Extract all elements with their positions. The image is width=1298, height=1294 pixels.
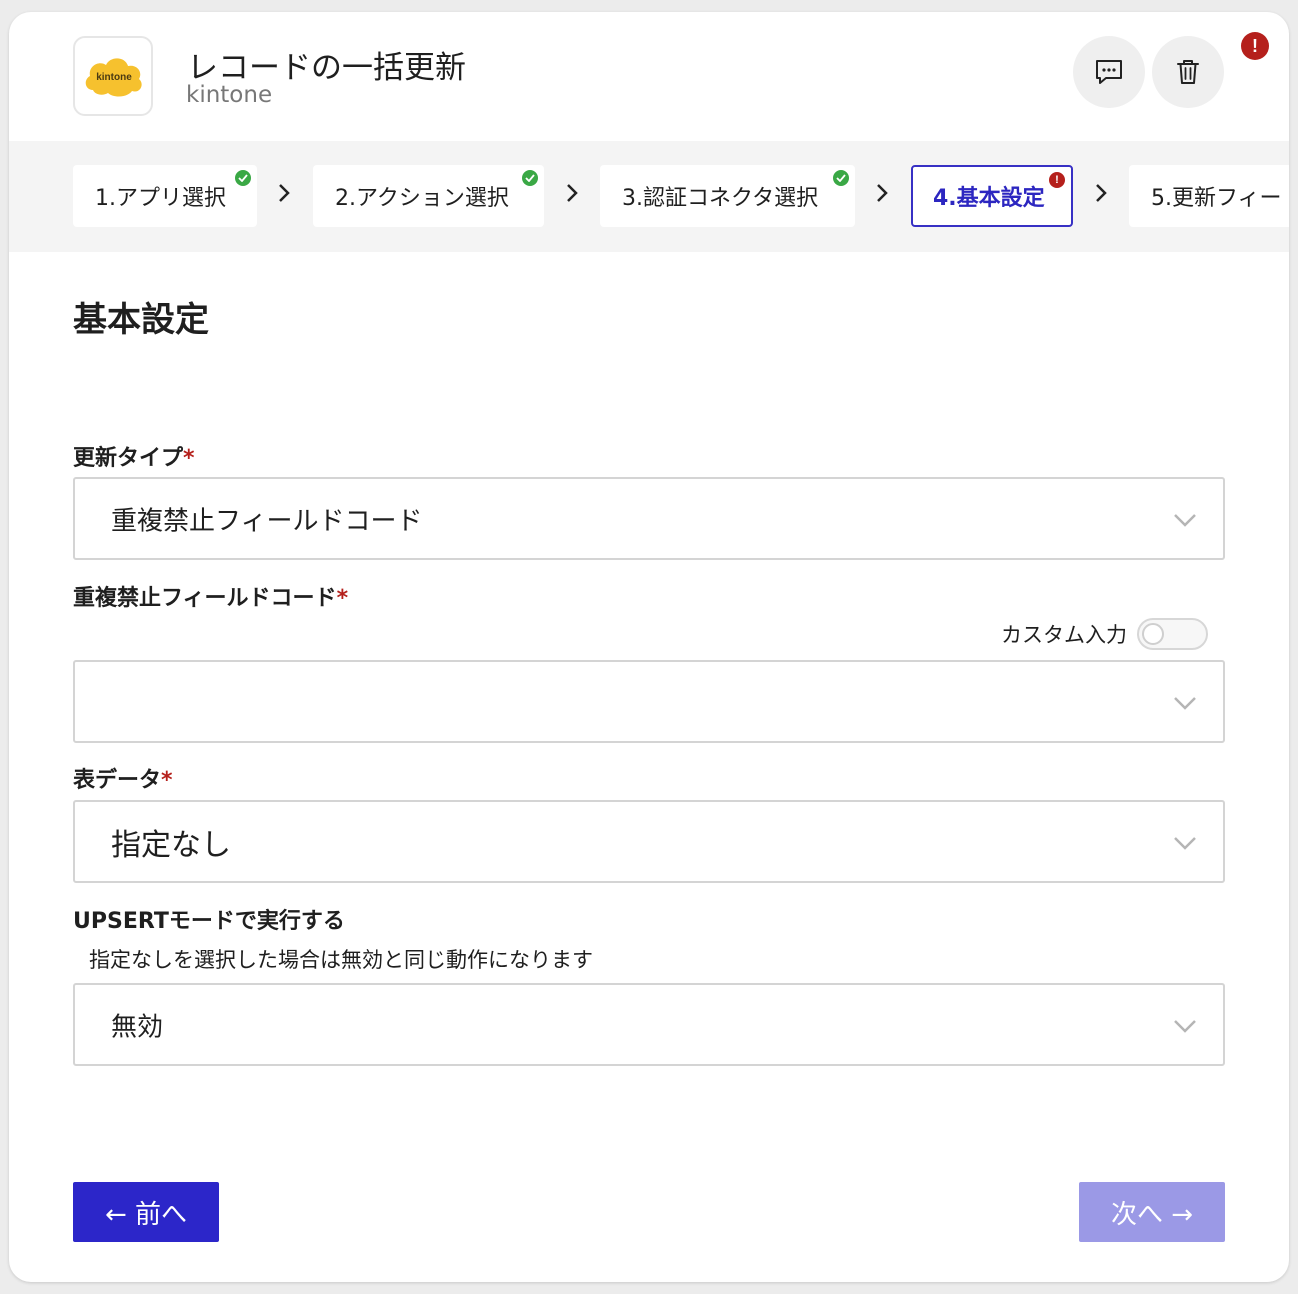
chevron-right-icon xyxy=(279,184,290,202)
required-mark: * xyxy=(161,768,173,793)
logo-text: kintone xyxy=(96,72,132,83)
toggle-knob xyxy=(1142,623,1164,645)
chevron-right-icon xyxy=(567,184,578,202)
check-circle-icon xyxy=(522,170,538,186)
field-label-text: 表データ xyxy=(73,768,162,793)
chevron-down-icon xyxy=(1174,514,1196,527)
required-mark: * xyxy=(183,446,195,471)
update-type-label: 更新タイプ* xyxy=(73,440,195,472)
comment-button[interactable] xyxy=(1073,36,1145,108)
upsert-label: UPSERTモードで実行する xyxy=(73,909,345,934)
dialog-header: kintone レコードの一括更新 kintone ! xyxy=(9,12,1289,141)
section-title: 基本設定 xyxy=(73,300,209,340)
chevron-down-icon xyxy=(1174,837,1196,850)
upsert-hint: 指定なしを選択した場合は無効と同じ動作になります xyxy=(89,948,593,972)
error-icon: ! xyxy=(1049,172,1065,188)
unique-field-select[interactable] xyxy=(73,660,1225,743)
upsert-select[interactable]: 無効 xyxy=(73,983,1225,1066)
table-data-select[interactable]: 指定なし xyxy=(73,800,1225,883)
select-value: 指定なし xyxy=(111,827,231,863)
step-update-fields[interactable]: 5.更新フィー xyxy=(1129,165,1289,227)
prev-button[interactable]: ← 前へ xyxy=(73,1182,219,1242)
step-connector-select[interactable]: 3.認証コネクタ選択 xyxy=(600,165,855,227)
required-mark: * xyxy=(336,586,349,611)
step-action-select[interactable]: 2.アクション選択 xyxy=(313,165,544,227)
app-title: レコードの一括更新 xyxy=(187,50,466,86)
kintone-logo-icon: kintone xyxy=(85,58,142,97)
step-label: 2.アクション選択 xyxy=(335,186,509,211)
step-label: 4.基本設定 xyxy=(933,186,1045,211)
step-label: 5.更新フィー xyxy=(1151,186,1282,211)
check-circle-icon xyxy=(235,170,251,186)
next-button[interactable]: 次へ → xyxy=(1079,1182,1225,1242)
chevron-down-icon xyxy=(1174,1020,1196,1033)
table-data-label: 表データ* xyxy=(73,762,173,794)
update-type-select[interactable]: 重複禁止フィールドコード xyxy=(73,477,1225,560)
custom-input-row: カスタム入力 xyxy=(1001,618,1208,650)
custom-input-label: カスタム入力 xyxy=(1001,623,1127,647)
chevron-right-icon xyxy=(877,184,888,202)
field-label-text: 更新タイプ xyxy=(73,446,184,471)
select-value: 重複禁止フィールドコード xyxy=(111,506,423,536)
step-basic-settings[interactable]: 4.基本設定 ! xyxy=(911,165,1073,227)
unique-field-label: 重複禁止フィールドコード* xyxy=(73,580,348,612)
custom-input-toggle[interactable] xyxy=(1137,618,1208,650)
step-navigation: 1.アプリ選択 2.アクション選択 3.認証コネクタ選択 4.基本設定 ! 5.… xyxy=(9,141,1289,252)
app-logo: kintone xyxy=(73,36,153,116)
dialog-card: kintone レコードの一括更新 kintone ! 1.アプリ選択 2.アク… xyxy=(9,12,1289,1282)
trash-icon xyxy=(1177,60,1199,84)
app-subtitle: kintone xyxy=(186,82,273,108)
chevron-right-icon xyxy=(1096,184,1107,202)
step-label: 3.認証コネクタ選択 xyxy=(622,186,819,211)
chevron-down-icon xyxy=(1174,697,1196,710)
step-app-select[interactable]: 1.アプリ選択 xyxy=(73,165,257,227)
check-circle-icon xyxy=(833,170,849,186)
alert-icon: ! xyxy=(1241,32,1269,60)
select-value: 無効 xyxy=(111,1012,164,1042)
comment-dots-icon xyxy=(1096,60,1122,84)
field-label-text: 重複禁止フィールドコード xyxy=(73,586,337,611)
step-label: 1.アプリ選択 xyxy=(95,186,226,211)
delete-button[interactable] xyxy=(1152,36,1224,108)
